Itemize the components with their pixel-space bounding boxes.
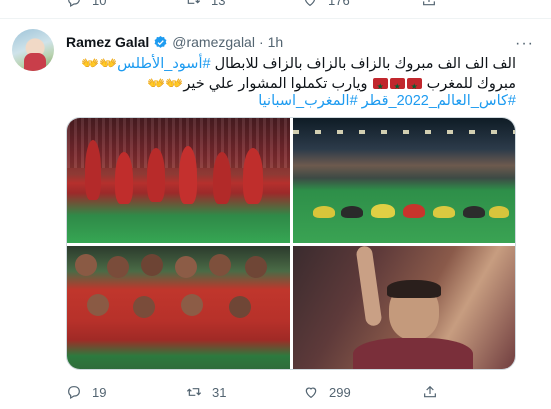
handle[interactable]: @ramezgalal	[172, 34, 255, 50]
tweet-header: Ramez Galal @ramezgalal · 1h	[66, 33, 283, 51]
player-head	[107, 256, 129, 278]
player-figure	[371, 204, 395, 218]
previous-tweet-actions: 10 13 176	[0, 0, 551, 8]
players-prostrating-photo[interactable]	[293, 118, 515, 243]
player-figure	[213, 152, 231, 204]
player-jersey	[353, 338, 473, 369]
player-figure	[403, 204, 425, 218]
player-head	[75, 254, 97, 276]
stadium-lights	[293, 130, 515, 134]
timestamp[interactable]: 1h	[268, 34, 284, 50]
player-head	[229, 296, 251, 318]
verified-badge-icon	[154, 35, 167, 48]
clapping-hands-emoji: 👐👐	[81, 56, 118, 72]
share-icon	[424, 385, 436, 398]
players-celebrating-photo[interactable]	[67, 118, 290, 243]
hashtag-atlas-lions[interactable]: #أسود_الأطلس	[117, 56, 210, 72]
retweet-icon	[187, 0, 201, 4]
team-lineup-photo[interactable]	[67, 246, 290, 369]
tweet-hashtags-line: #كاس_العالم_2022_قطر #المغرب_اسبانيا	[66, 92, 516, 111]
previous-like-count: 176	[328, 0, 350, 8]
tweet-actions: 19 31 299	[66, 384, 516, 402]
reply-icon	[68, 0, 80, 8]
retweet-icon	[186, 388, 202, 396]
player-figure	[85, 140, 101, 200]
morocco-flag-icon	[389, 77, 405, 96]
share-button[interactable]	[422, 384, 438, 400]
tweet-text-segment: ويارب تكملوا المشوار علي خير	[183, 76, 372, 92]
player-head	[209, 254, 231, 276]
player-figure	[179, 146, 197, 204]
hashtags[interactable]: #كاس_العالم_2022_قطر #المغرب_اسبانيا	[258, 93, 516, 109]
player-figure	[115, 152, 133, 204]
like-icon	[304, 0, 316, 7]
player-head	[87, 294, 109, 316]
player-head	[175, 256, 197, 278]
tweet-divider	[0, 18, 551, 19]
player-figure	[489, 206, 509, 218]
more-options-icon[interactable]: ···	[515, 35, 534, 53]
goalkeeper-celebrating-photo[interactable]	[293, 246, 515, 369]
like-count: 299	[329, 384, 351, 400]
previous-reply-button[interactable]: 10	[66, 0, 106, 8]
player-hair	[387, 280, 441, 298]
reply-count: 19	[92, 384, 107, 400]
previous-retweet-button[interactable]: 13	[185, 0, 225, 8]
retweet-button[interactable]: 31	[186, 384, 226, 400]
player-figure	[147, 148, 165, 202]
tweet-text-segment: الف الف الف مبروك بالزاف بالزاف بالزاف ل…	[210, 56, 516, 72]
tweet-text-line-1: الف الف الف مبروك بالزاف بالزاف بالزاف ل…	[66, 55, 516, 74]
avatar-figure	[24, 53, 46, 71]
player-figure	[433, 206, 455, 218]
display-name[interactable]: Ramez Galal	[66, 34, 149, 50]
reply-button[interactable]: 19	[66, 384, 106, 400]
clapping-hands-emoji: 👐👐	[147, 76, 184, 92]
previous-like-button[interactable]: 176	[302, 0, 350, 8]
tweet-text-segment: مبروك للمغرب	[422, 76, 516, 92]
player-head	[245, 256, 267, 278]
like-button[interactable]: 299	[303, 384, 351, 400]
media-grid	[66, 117, 516, 370]
morocco-flag-icon	[372, 77, 388, 96]
player-figure	[463, 206, 485, 218]
like-icon	[305, 387, 317, 399]
player-head	[133, 296, 155, 318]
previous-share-button[interactable]	[421, 0, 437, 8]
share-icon	[423, 0, 435, 6]
player-head	[181, 294, 203, 316]
player-figure	[313, 206, 335, 218]
raised-arm	[355, 246, 383, 327]
player-head	[141, 254, 163, 276]
avatar[interactable]	[12, 29, 54, 71]
player-figure	[243, 148, 263, 204]
header-separator: ·	[258, 34, 264, 50]
morocco-flag-icon	[406, 77, 422, 96]
reply-icon	[68, 386, 80, 400]
previous-retweet-count: 13	[211, 0, 226, 8]
retweet-count: 31	[212, 384, 227, 400]
player-figure	[341, 206, 363, 218]
previous-reply-count: 10	[92, 0, 107, 8]
